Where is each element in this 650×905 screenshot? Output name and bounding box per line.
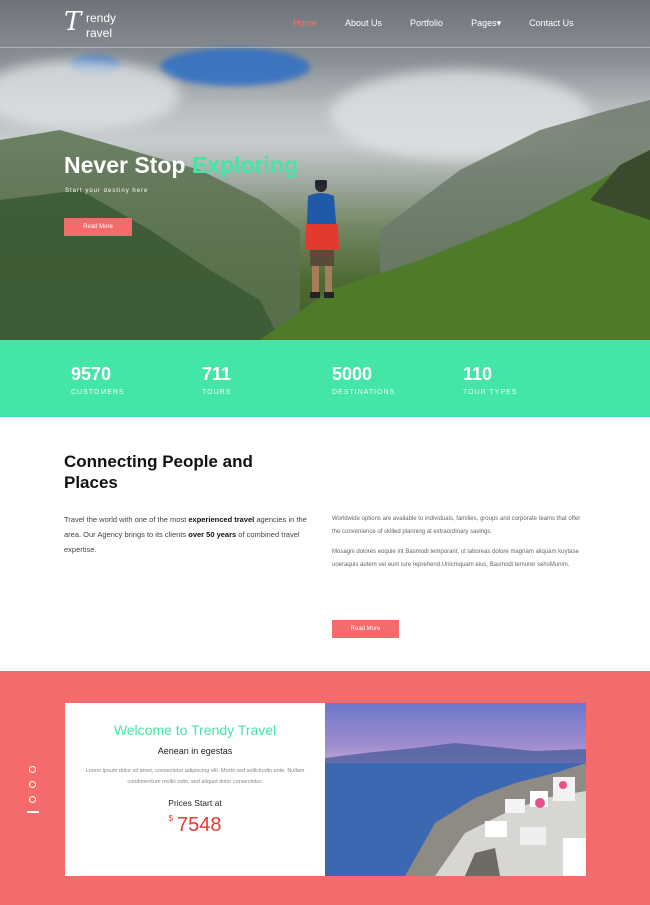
- about-intro-text: Travel the world with one of the most ex…: [64, 512, 314, 557]
- promo-subtitle: Aenean in egestas: [157, 746, 233, 756]
- promo-title: Welcome to Trendy Travel: [113, 722, 277, 738]
- main-menu: Home About Us Portfolio Pages▾ Contact U…: [293, 18, 602, 29]
- stat-value: 110: [463, 364, 493, 384]
- about-section: Connecting People and Places Travel the …: [0, 417, 650, 671]
- hero-subtitle: Start your destiny here: [65, 188, 149, 194]
- price-amount: 7548: [176, 814, 222, 836]
- promo-section: Welcome to Trendy Travel Aenean in egest…: [0, 671, 650, 905]
- slider-dot-2[interactable]: [29, 781, 36, 788]
- stat-label: CUSTOMERS: [71, 389, 125, 396]
- text-bold: over 50 years: [188, 530, 237, 539]
- stat-value: 711: [202, 364, 232, 384]
- slider-active-indicator: [27, 811, 39, 813]
- price-label: Prices Start at: [168, 798, 222, 808]
- about-detail-text: Worldwide options are available to indiv…: [332, 513, 582, 579]
- hiker-figure: [305, 180, 339, 298]
- nav-home[interactable]: Home: [293, 18, 317, 29]
- stat-label: DESTINATIONS: [332, 389, 396, 396]
- nav-portfolio[interactable]: Portfolio: [410, 18, 443, 29]
- currency-symbol: $: [168, 814, 173, 823]
- slider-pagination: [27, 766, 39, 813]
- logo-mark: T: [64, 7, 82, 37]
- stat-customers: 9570 CUSTOMERS: [71, 364, 125, 396]
- santorini-illustration: [325, 743, 586, 876]
- about-read-more-button[interactable]: Read More: [332, 620, 399, 638]
- hero-title-accent: Exploring: [191, 152, 298, 178]
- nav-about-us[interactable]: About Us: [345, 18, 382, 29]
- stat-label: TOURS: [202, 389, 232, 396]
- stat-label: TOUR TYPES: [463, 389, 518, 396]
- logo-line-1: rendy: [86, 11, 117, 25]
- stat-tours: 711 TOURS: [202, 364, 231, 396]
- stat-tour-types: 110 TOUR TYPES: [463, 364, 517, 396]
- text-bold: experienced travel: [188, 515, 255, 524]
- price-value: $7548: [65, 814, 325, 837]
- slider-dot-1[interactable]: [29, 766, 36, 773]
- slider-dot-3[interactable]: [29, 796, 36, 803]
- text-run: Travel the world with one of the most: [64, 515, 189, 524]
- nav-pages-dropdown[interactable]: Pages▾: [471, 18, 501, 29]
- logo-line-2: ravel: [86, 26, 113, 40]
- hero-section: T rendy ravel Home About Us Portfolio Pa…: [0, 0, 650, 340]
- stat-value: 9570: [71, 364, 112, 384]
- stats-bar: 9570 CUSTOMERS 711 TOURS 5000 DESTINATIO…: [0, 340, 650, 417]
- stat-value: 5000: [332, 364, 373, 384]
- promo-card: Welcome to Trendy Travel Aenean in egest…: [65, 703, 325, 876]
- hero-read-more-button[interactable]: Read More: [64, 218, 132, 236]
- top-navbar: T rendy ravel Home About Us Portfolio Pa…: [0, 0, 650, 48]
- about-title: Connecting People and Places: [64, 452, 253, 492]
- destination-photo: [325, 703, 586, 876]
- about-paragraph-1: Worldwide options are available to indiv…: [332, 516, 581, 535]
- stat-destinations: 5000 DESTINATIONS: [332, 364, 395, 396]
- about-paragraph-2: Mosagni dolores eoquie int Basmodi tempo…: [332, 549, 579, 568]
- nav-contact-us[interactable]: Contact Us: [529, 18, 574, 29]
- hero-title-main: Never Stop: [64, 152, 192, 178]
- promo-description: Lorem ipsum dolor sit amet, consectetur …: [85, 768, 305, 785]
- hero-title: Never Stop Exploring: [64, 152, 298, 179]
